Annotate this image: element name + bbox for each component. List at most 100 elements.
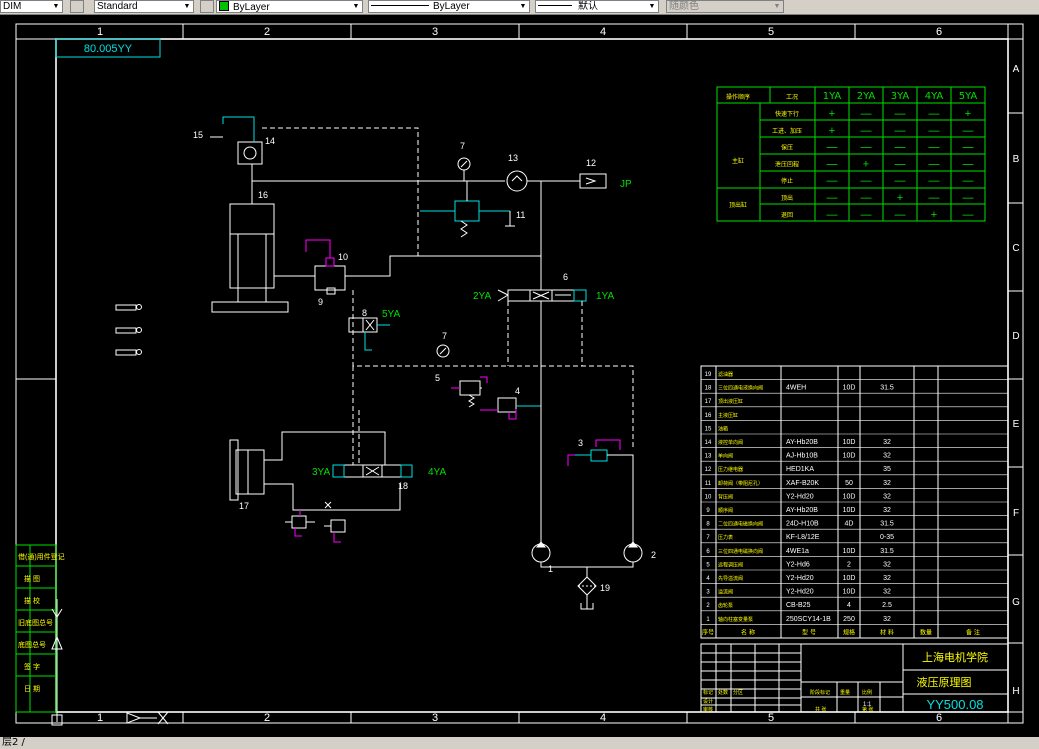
tb-small: 设计 <box>703 698 713 705</box>
action-table-text: 操作顺序 工况 1YA 2YA 3YA 4YA 5YA 主缸顶出缸 快速下行 + — — — + 工进、加压… <box>726 91 977 221</box>
part-spec: 10D <box>843 575 856 582</box>
command-text: 层2 / <box>2 737 25 748</box>
part-no: 19 <box>705 372 712 378</box>
action-op-label: 顶出 <box>781 194 793 202</box>
action-cell: — <box>861 125 872 137</box>
dimstyle-manager-button[interactable] <box>70 0 84 13</box>
grid-row-label: G <box>1012 597 1020 608</box>
part-spec: 10D <box>843 548 856 555</box>
parts-header: 序号 <box>702 628 714 636</box>
action-op-label: 工进、加压 <box>772 127 802 135</box>
tb-small: 标记 <box>703 689 713 696</box>
part-name: 顺序阀 <box>718 507 733 514</box>
lineweight-sample <box>538 5 572 6</box>
action-group-label: 主缸 <box>732 157 744 165</box>
grid-col-label: 4 <box>600 712 606 724</box>
part-name: 背压阀 <box>718 493 733 500</box>
chevron-down-icon: ▼ <box>648 3 656 10</box>
action-cell: + <box>965 108 971 120</box>
dimstyle-combo[interactable]: DIM ▼ <box>0 0 63 13</box>
lineweight-combo[interactable]: 默认 ▼ <box>535 0 659 13</box>
tb-small: 共 张 <box>815 706 826 713</box>
action-cell: — <box>861 108 872 120</box>
part-no: 10 <box>705 494 712 500</box>
part-material: 32 <box>883 507 891 514</box>
part-spec: 10D <box>843 589 856 596</box>
parts-header: 材 料 <box>880 628 894 636</box>
part-name: 轴向柱塞变量泵 <box>718 616 753 623</box>
chevron-down-icon: ▼ <box>352 3 360 10</box>
color-combo[interactable]: ByLayer ▼ <box>216 0 363 13</box>
part-material: 0-35 <box>880 534 894 541</box>
textstyle-combo[interactable]: Standard ▼ <box>94 0 194 13</box>
grid-col-label: 3 <box>432 712 438 724</box>
part-no: 1 <box>706 617 710 623</box>
label-16: 16 <box>258 190 268 200</box>
linetype-sample <box>371 5 429 6</box>
textstyle-value: Standard <box>97 1 138 12</box>
part-no: 14 <box>705 440 712 446</box>
action-cell: — <box>827 192 838 204</box>
part-name: 顶出液压缸 <box>718 398 743 405</box>
tb-small: 阶段标记 <box>810 689 830 696</box>
plotstyle-value: 随颜色 <box>669 1 699 12</box>
part-material: 32 <box>883 616 891 623</box>
part-model: HED1KA <box>786 466 814 473</box>
part-name: 溢流阀 <box>718 589 733 596</box>
label-7a: 7 <box>460 141 465 151</box>
strip-label: 旧底图总号 <box>18 618 53 627</box>
part-model: Y2-Hd6 <box>786 561 810 568</box>
grid-row-label: C <box>1012 243 1019 254</box>
part-no: 13 <box>705 454 712 460</box>
part-spec: 10D <box>843 439 856 446</box>
label-jp: JP <box>620 179 632 190</box>
action-cell: + <box>897 192 903 204</box>
part-material: 32 <box>883 480 891 487</box>
part-spec: 10D <box>843 453 856 460</box>
action-cell: — <box>963 142 974 154</box>
action-op-label: 泄压回程 <box>775 160 799 168</box>
tb-small: 处数 <box>718 689 728 696</box>
grid-col-label: 6 <box>936 26 942 38</box>
action-cell: + <box>863 158 869 170</box>
command-line[interactable]: 层2 / <box>0 737 1039 749</box>
action-table-header: 3YA <box>891 91 910 102</box>
label-2: 2 <box>651 550 656 560</box>
part-model: AJ-Hb10B <box>786 453 818 460</box>
action-cell: — <box>929 108 940 120</box>
part-name: 油箱 <box>718 425 728 432</box>
action-cell: — <box>895 125 906 137</box>
part-name: 远程调压阀 <box>718 561 743 568</box>
label-7b: 7 <box>442 331 447 341</box>
part-spec: 4 <box>847 602 851 609</box>
left-strip-labels: 借(通)用件登记 描 图 描 校 旧底图总号 底图总号 签 字 日 期 <box>18 552 65 693</box>
label-3ya: 3YA <box>312 467 330 478</box>
part-name: 单向阀 <box>718 453 733 460</box>
part-no: 5 <box>706 562 710 568</box>
plotstyle-combo[interactable]: 随颜色 ▼ <box>666 0 784 13</box>
part-no: 3 <box>706 590 710 596</box>
parts-header: 数量 <box>920 628 932 636</box>
strip-label: 底图总号 <box>18 640 46 649</box>
action-cell: — <box>929 125 940 137</box>
part-name: 二位四通电磁换向阀 <box>718 521 763 528</box>
action-cell: — <box>827 175 838 187</box>
linetype-combo[interactable]: ByLayer ▼ <box>368 0 530 13</box>
part-material: 31.5 <box>880 385 894 392</box>
chevron-down-icon: ▼ <box>519 3 527 10</box>
action-table-header: 5YA <box>959 91 978 102</box>
model-space[interactable]: 1 2 3 4 5 6 1 2 3 4 5 6 A B C D E F G H … <box>0 14 1039 737</box>
layer-previous-button[interactable] <box>200 0 214 13</box>
label-2ya: 2YA <box>473 291 491 302</box>
label-1ya: 1YA <box>596 291 614 302</box>
action-cell: — <box>929 175 940 187</box>
strip-label: 描 图 <box>24 574 40 583</box>
grid-row-label: H <box>1012 686 1019 697</box>
part-name: 主液压缸 <box>718 412 738 419</box>
action-cell: — <box>861 175 872 187</box>
part-spec: 10D <box>843 507 856 514</box>
label-11: 11 <box>516 210 525 220</box>
grid-col-label: 1 <box>97 26 103 38</box>
tb-small: 比例 <box>862 689 872 696</box>
action-cell: — <box>861 142 872 154</box>
